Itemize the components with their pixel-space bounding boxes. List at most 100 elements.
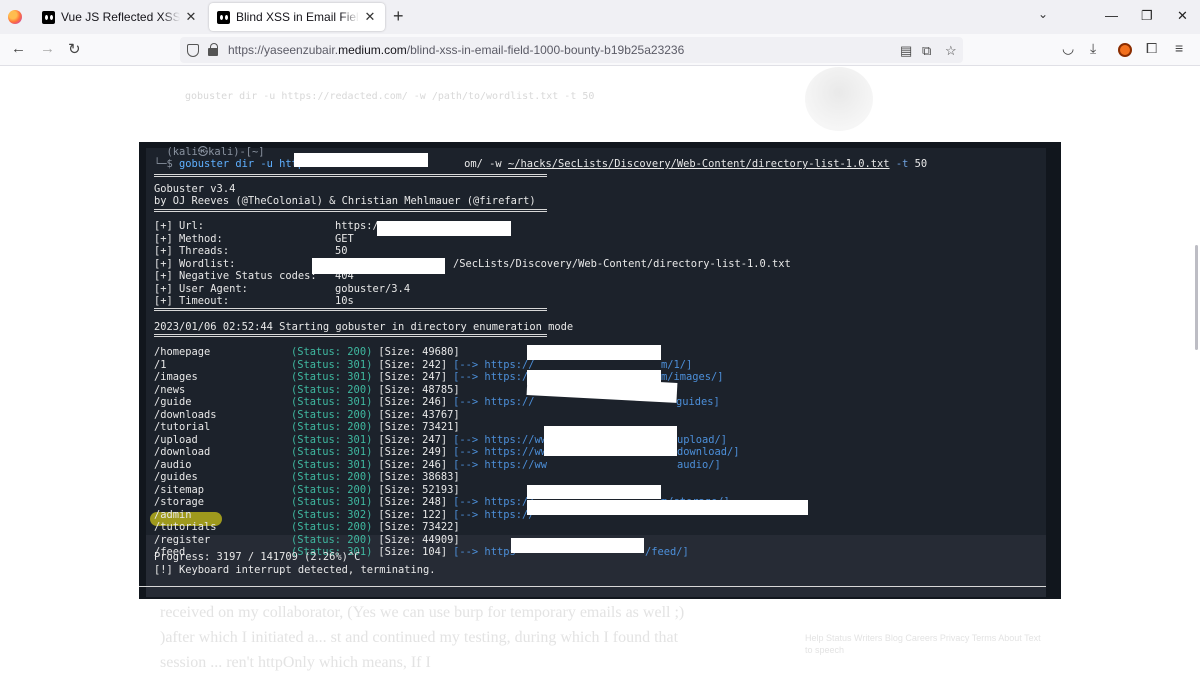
- result-redirect-tail: download/]: [677, 446, 740, 458]
- result-row: /admin (Status: 302) [Size: 122] [--> https…: [154, 509, 534, 522]
- result-row: /storage (Status: 301) [Size: 248] [--> htt…: [154, 496, 730, 509]
- result-row: /tutorials (Status: 200) [Size: 73422]: [154, 521, 460, 534]
- firefox-logo-icon[interactable]: [0, 0, 30, 34]
- tab-close-icon[interactable]: ✕: [184, 9, 198, 25]
- result-status: (Status: 200): [291, 346, 373, 358]
- menu-icon[interactable]: ≡: [1175, 40, 1183, 56]
- result-row: /images (Status: 301) [Size: 247] [--> http…: [154, 371, 724, 384]
- medium-favicon-icon: [217, 10, 230, 24]
- back-icon[interactable]: ←: [11, 40, 26, 57]
- code-block-background: gobuster dir -u https://redacted.com/ -w…: [185, 91, 595, 102]
- result-row: /sitemap (Status: 200) [Size: 52193]: [154, 484, 460, 497]
- divider: [154, 308, 547, 311]
- list-all-tabs-icon[interactable]: ⌄: [1038, 7, 1048, 21]
- start-line: 2023/01/06 02:52:44 Starting gobuster in…: [154, 321, 574, 333]
- result-path: /upload: [154, 433, 198, 446]
- result-redirect: [--> https://ww: [453, 446, 547, 458]
- config-value: gobuster/3.4: [335, 282, 411, 295]
- result-path: /sitemap: [154, 483, 205, 496]
- author-avatar[interactable]: [805, 67, 873, 131]
- terminal-screenshot[interactable]: (kali㉿kali)-[~] └─$ gobuster dir -u http…: [139, 142, 1061, 599]
- result-status: (Status: 301): [291, 358, 373, 371]
- result-path: /admin: [154, 508, 192, 521]
- result-path: /download: [154, 446, 211, 458]
- reload-icon[interactable]: ↻: [68, 40, 81, 58]
- tab-vue-xss[interactable]: Vue JS Reflected XSS. Hi guys, in ✕: [34, 3, 206, 31]
- terminal-window: (kali㉿kali)-[~] └─$ gobuster dir -u http…: [146, 146, 1046, 597]
- result-path: /1: [154, 358, 167, 371]
- result-redirect: [--> https://: [453, 358, 535, 371]
- result-redirect-tail: m/1/]: [661, 358, 693, 371]
- sidebar-footer-links: Help Status Writers Blog Careers Privacy…: [805, 633, 1041, 655]
- redaction-box: [294, 153, 428, 167]
- page-scrollbar[interactable]: [1195, 245, 1198, 350]
- result-status: (Status: 301): [291, 458, 373, 471]
- restore-button[interactable]: ❐: [1141, 8, 1153, 24]
- bookmark-star-icon[interactable]: ☆: [945, 43, 957, 59]
- redaction-box: [527, 485, 661, 499]
- result-size: [Size: 44909]: [378, 533, 460, 546]
- forward-icon[interactable]: →: [40, 40, 55, 57]
- result-size: [Size: 52193]: [378, 483, 460, 496]
- result-size: [Size: 49680]: [378, 346, 460, 358]
- config-key: [+] Wordlist:: [154, 257, 236, 270]
- result-redirect-tail: audio/]: [677, 458, 721, 471]
- result-redirect-tail: upload/]: [677, 433, 728, 446]
- result-size: [Size: 48785]: [378, 383, 460, 396]
- config-row: [+] Wordlist: /SecLists/Discovery/Web-Con…: [154, 258, 791, 271]
- tab-title: Blind XSS in Email Field; 1000$ Bou: [236, 10, 359, 24]
- result-status: (Status: 200): [291, 483, 373, 496]
- result-row: /homepage (Status: 200) [Size: 49680]: [154, 346, 460, 359]
- article-page: gobuster dir -u https://redacted.com/ -w…: [0, 67, 1200, 675]
- result-size: [Size: 43767]: [378, 408, 460, 421]
- url-text[interactable]: https://yaseenzubair.medium.com/blind-xs…: [228, 43, 684, 57]
- result-size: [Size: 73422]: [378, 521, 460, 533]
- translate-icon[interactable]: ⧉: [922, 43, 931, 59]
- result-row: /downloads (Status: 200) [Size: 43767]: [154, 409, 460, 422]
- result-status: (Status: 200): [291, 408, 373, 421]
- result-status: (Status: 200): [291, 521, 373, 533]
- config-row: [+] Threads: 50: [154, 245, 348, 258]
- address-bar[interactable]: https://yaseenzubair.medium.com/blind-xs…: [180, 37, 963, 63]
- extension-icon[interactable]: [1118, 43, 1132, 57]
- close-window-button[interactable]: ✕: [1177, 8, 1188, 24]
- result-row: /download (Status: 301) [Size: 249] [--> ht…: [154, 446, 740, 459]
- result-path: /downloads: [154, 408, 217, 421]
- puzzle-icon[interactable]: ⧠: [1146, 40, 1157, 57]
- result-row: /upload (Status: 301) [Size: 247] [--> http…: [154, 433, 727, 447]
- result-status: (Status: 200): [291, 471, 373, 483]
- result-path: /audio: [154, 458, 192, 471]
- redaction-box: [511, 538, 644, 553]
- redaction-box: [377, 221, 511, 236]
- lock-icon[interactable]: [208, 43, 218, 56]
- shield-icon[interactable]: [187, 43, 199, 57]
- config-key: [+] User Agent:: [154, 282, 248, 295]
- result-redirect: [--> https://: [453, 396, 535, 408]
- banner-authors: by OJ Reeves (@TheColonial) & Christian …: [154, 195, 536, 207]
- prompt-line: (kali㉿kali)-[~]: [154, 146, 265, 158]
- result-redirect-tail: guides]: [676, 396, 720, 408]
- config-value: 50: [335, 245, 348, 257]
- result-size: [Size: 122]: [378, 508, 448, 521]
- redaction-box: [312, 258, 445, 274]
- redaction-box: [527, 500, 808, 515]
- tab-close-icon[interactable]: ✕: [363, 9, 377, 25]
- result-size: [Size: 247]: [378, 433, 448, 446]
- reader-view-icon[interactable]: ▤: [900, 43, 912, 59]
- result-path: /tutorial: [154, 421, 211, 433]
- navigation-toolbar: ← → ↻ https://yaseenzubair.medium.com/bl…: [0, 34, 1200, 66]
- new-tab-button[interactable]: +: [393, 6, 404, 27]
- article-paragraph: received on my collaborator, (Yes we can…: [160, 604, 685, 671]
- result-size: [Size: 38683]: [378, 471, 460, 483]
- result-path: /images: [154, 371, 198, 383]
- result-path: /homepage: [154, 346, 211, 358]
- result-size: [Size: 246]: [378, 458, 448, 471]
- tab-blind-xss[interactable]: Blind XSS in Email Field; 1000$ Bou ✕: [209, 3, 385, 31]
- config-key: [+] Threads:: [154, 245, 230, 257]
- downloads-icon[interactable]: ⤓: [1090, 40, 1096, 57]
- result-path: /tutorials: [154, 521, 217, 533]
- divider: [154, 174, 547, 177]
- minimize-button[interactable]: —: [1105, 8, 1118, 23]
- pocket-icon[interactable]: ◡: [1062, 40, 1074, 57]
- result-status: (Status: 301): [291, 446, 373, 458]
